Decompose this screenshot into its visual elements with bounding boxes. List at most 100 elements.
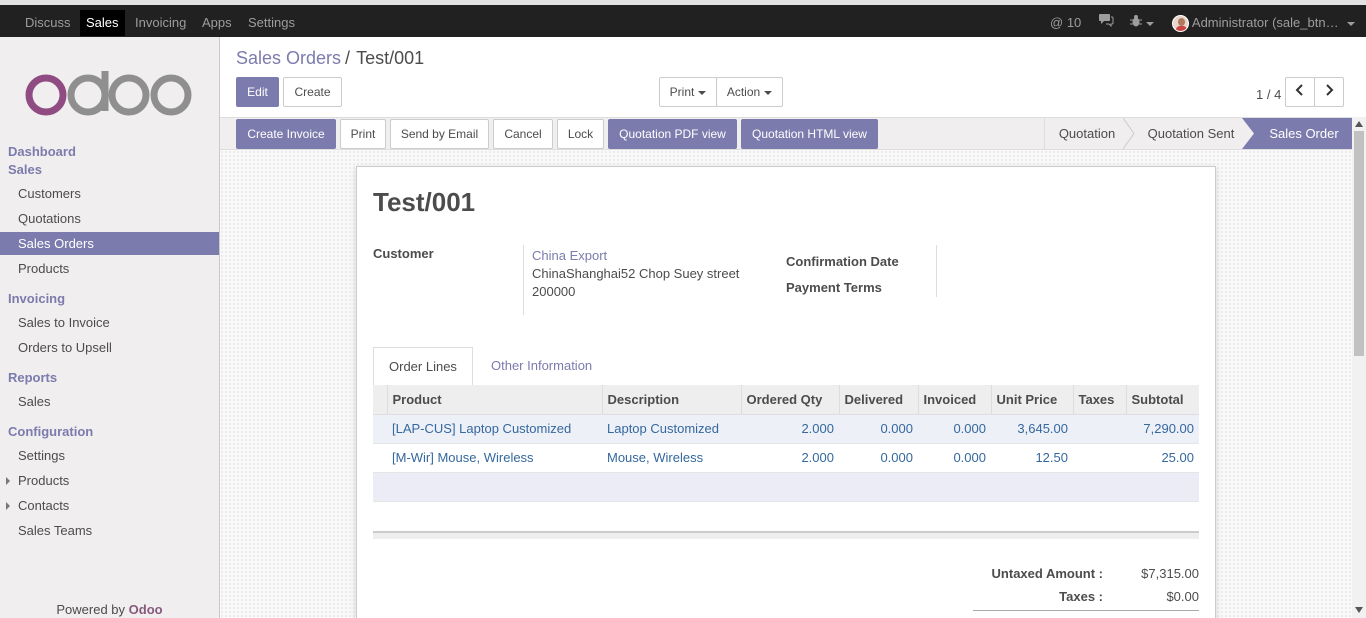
col-delivered[interactable]: Delivered (838, 385, 918, 415)
scroll-up-icon[interactable] (1355, 121, 1363, 127)
cell-unit-price[interactable]: 12.50 (991, 443, 1073, 473)
print-button[interactable]: Print (340, 119, 386, 149)
col-ordered-qty[interactable]: Ordered Qty (740, 385, 839, 415)
app-sales[interactable]: Sales (80, 10, 125, 36)
chevron-left-icon (1295, 84, 1303, 96)
cell-ordered-qty[interactable]: 2.000 (741, 414, 839, 444)
vertical-scrollbar[interactable] (1352, 117, 1366, 618)
cell-description[interactable]: Laptop Customized (602, 414, 741, 444)
customer-label: Customer (373, 246, 434, 261)
breadcrumb: Sales Orders / Test/001 (236, 48, 424, 69)
odoo-logo (24, 67, 194, 120)
form-statusbar: Create Invoice Print Send by Email Cance… (220, 117, 1352, 150)
mentions-indicator[interactable]: @ 10 (1050, 10, 1081, 36)
col-product[interactable]: Product (386, 385, 602, 415)
scrollbar-thumb[interactable] (1354, 131, 1364, 356)
table-footer (373, 531, 1199, 539)
scroll-down-icon[interactable] (1355, 607, 1363, 613)
col-unit-price[interactable]: Unit Price (990, 385, 1073, 415)
stage-quotation[interactable]: Quotation (1045, 118, 1129, 149)
print-label: Print (669, 85, 695, 99)
sidebar-group-invoicing[interactable]: Invoicing (8, 291, 65, 306)
cell-invoiced[interactable]: 0.000 (918, 443, 991, 473)
cell-subtotal[interactable]: 25.00 (1126, 443, 1199, 473)
cell-ordered-qty[interactable]: 2.000 (741, 443, 839, 473)
cancel-button[interactable]: Cancel (493, 119, 553, 149)
customer-link[interactable]: China Export (532, 248, 607, 263)
breadcrumb-current: Test/001 (356, 48, 425, 68)
cell-subtotal[interactable]: 7,290.00 (1126, 414, 1199, 444)
col-invoiced[interactable]: Invoiced (917, 385, 991, 415)
col-taxes[interactable]: Taxes (1072, 385, 1126, 415)
quotation-pdf-view-button[interactable]: Quotation PDF view (608, 119, 737, 149)
stage-sales-order: Sales Order (1256, 118, 1352, 149)
pager-value: 1 / 4 (1256, 87, 1282, 102)
sidebar-item-settings[interactable]: Settings (0, 444, 219, 467)
table-row[interactable]: [M-Wir] Mouse, Wireless Mouse, Wireless … (373, 443, 1199, 473)
cell-invoiced[interactable]: 0.000 (918, 414, 991, 444)
sidebar: Dashboard Sales Customers Quotations Sal… (0, 37, 220, 618)
lock-button[interactable]: Lock (557, 119, 604, 149)
sidebar-item-sales-to-invoice[interactable]: Sales to Invoice (0, 311, 219, 334)
edit-button[interactable]: Edit (236, 77, 279, 107)
powered-prefix: Powered by (56, 602, 129, 617)
sidebar-item-customers[interactable]: Customers (0, 182, 219, 205)
sidebar-group-configuration[interactable]: Configuration (8, 424, 93, 439)
app-settings[interactable]: Settings (242, 10, 301, 36)
sidebar-item-label: Contacts (18, 498, 70, 513)
powered-by: Powered by Odoo (0, 602, 219, 617)
cell-product[interactable]: [M-Wir] Mouse, Wireless (387, 443, 602, 473)
sidebar-item-quotations[interactable]: Quotations (0, 207, 219, 230)
powered-brand[interactable]: Odoo (129, 602, 163, 617)
top-navbar: Discuss Sales Invoicing Apps Settings @ … (0, 0, 1366, 37)
sidebar-group-dashboard[interactable]: Dashboard (8, 144, 76, 159)
expand-triangle-icon (6, 502, 10, 510)
cell-delivered[interactable]: 0.000 (839, 414, 918, 444)
action-dropdown[interactable]: Action (716, 77, 783, 107)
cell-unit-price[interactable]: 3,645.00 (991, 414, 1073, 444)
app-apps[interactable]: Apps (196, 10, 238, 36)
chat-icon[interactable] (1098, 10, 1114, 36)
handle-column (373, 385, 387, 415)
app-invoicing[interactable]: Invoicing (129, 10, 192, 36)
send-by-email-button[interactable]: Send by Email (390, 119, 489, 149)
sidebar-item-contacts[interactable]: Contacts (0, 494, 219, 517)
cell-taxes[interactable] (1073, 443, 1126, 473)
sidebar-item-config-products[interactable]: Products (0, 469, 219, 492)
cell-delivered[interactable]: 0.000 (839, 443, 918, 473)
breadcrumb-parent[interactable]: Sales Orders (236, 48, 341, 68)
tab-order-lines[interactable]: Order Lines (373, 347, 473, 386)
sidebar-item-orders-to-upsell[interactable]: Orders to Upsell (0, 336, 219, 359)
tab-other-information[interactable]: Other Information (476, 347, 607, 386)
sidebar-group-sales[interactable]: Sales (8, 162, 42, 177)
sidebar-group-reports[interactable]: Reports (8, 370, 57, 385)
sidebar-item-sales-orders[interactable]: Sales Orders (0, 232, 219, 255)
sidebar-item-label: Products (18, 473, 70, 488)
app-discuss[interactable]: Discuss (19, 10, 77, 36)
at-icon: @ (1050, 15, 1064, 30)
expand-triangle-icon (6, 477, 10, 485)
sidebar-item-products[interactable]: Products (0, 257, 219, 280)
pager-next-button[interactable] (1314, 77, 1344, 107)
col-subtotal[interactable]: Subtotal (1125, 385, 1199, 415)
quotation-html-view-button[interactable]: Quotation HTML view (741, 119, 878, 149)
cell-taxes[interactable] (1073, 414, 1126, 444)
pager-previous-button[interactable] (1285, 77, 1315, 107)
cell-description[interactable]: Mouse, Wireless (602, 443, 741, 473)
cell-product[interactable]: [LAP-CUS] Laptop Customized (387, 414, 602, 444)
sidebar-item-reports-sales[interactable]: Sales (0, 390, 219, 413)
chevron-down-icon (698, 90, 707, 95)
col-description[interactable]: Description (601, 385, 741, 415)
table-row[interactable]: [LAP-CUS] Laptop Customized Laptop Custo… (373, 414, 1199, 444)
stage-quotation-sent[interactable]: Quotation Sent (1135, 118, 1247, 149)
sidebar-item-sales-teams[interactable]: Sales Teams (0, 519, 219, 542)
customer-address-line2: 200000 (532, 284, 576, 299)
create-button[interactable]: Create (283, 77, 342, 107)
taxes-label: Taxes : (1059, 589, 1103, 604)
user-menu[interactable]: Administrator (sale_btn… (1172, 10, 1355, 36)
customer-address-line1: ChinaShanghai52 Chop Suey street (532, 266, 740, 281)
print-dropdown[interactable]: Print (659, 77, 717, 107)
order-title: Test/001 (373, 187, 476, 217)
create-invoice-button[interactable]: Create Invoice (236, 119, 336, 149)
debug-bug-icon[interactable] (1130, 10, 1154, 36)
